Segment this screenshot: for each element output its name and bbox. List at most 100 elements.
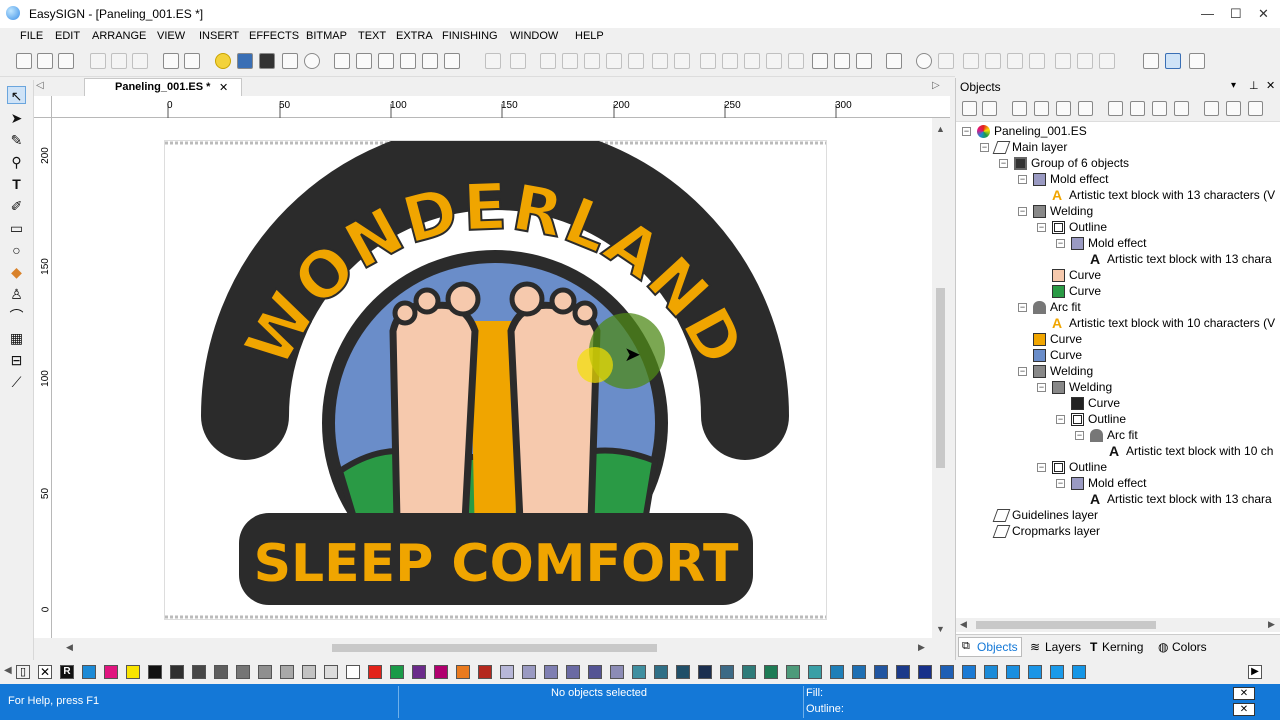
- lock-open-icon[interactable]: [1012, 101, 1027, 116]
- panel-menu-icon[interactable]: ▾: [1231, 80, 1236, 91]
- hide-icon[interactable]: [1056, 101, 1071, 116]
- tree-node-outline[interactable]: − Outline: [1056, 411, 1126, 427]
- color-swatch[interactable]: [214, 665, 228, 679]
- printer-cutter-icon[interactable]: [259, 53, 275, 69]
- fill-tool-icon[interactable]: ◆: [7, 263, 26, 281]
- cut-icon[interactable]: [1204, 101, 1219, 116]
- color-swatch[interactable]: [148, 665, 162, 679]
- print-icon[interactable]: [282, 53, 298, 69]
- color-swatch[interactable]: [896, 665, 910, 679]
- scroll-up-icon[interactable]: ▲: [936, 124, 945, 134]
- color-picker-icon[interactable]: ⌒: [7, 307, 26, 325]
- maximize-button[interactable]: ☐: [1230, 6, 1242, 22]
- horizontal-scroll-thumb[interactable]: [332, 644, 657, 652]
- menu-window[interactable]: WINDOW: [510, 30, 558, 42]
- tree-node-outline[interactable]: − Outline: [1037, 459, 1107, 475]
- space-v-icon[interactable]: [674, 53, 690, 69]
- color-swatch[interactable]: [588, 665, 602, 679]
- palette-none-icon[interactable]: ▯: [16, 665, 30, 679]
- knife-tool-icon[interactable]: ⟋: [7, 373, 26, 391]
- save-file-icon[interactable]: [58, 53, 74, 69]
- bulb-icon[interactable]: [215, 53, 231, 69]
- node-delete-icon[interactable]: [1007, 53, 1023, 69]
- copy-icon[interactable]: [1226, 101, 1241, 116]
- tree-node-document[interactable]: − Paneling_001.ES: [962, 123, 1087, 139]
- snap-options-icon[interactable]: [1189, 53, 1205, 69]
- tree-node-curve[interactable]: Curve: [1052, 283, 1101, 299]
- tree-node-curve[interactable]: Curve: [1033, 331, 1082, 347]
- menu-extra[interactable]: EXTRA: [396, 30, 433, 42]
- color-swatch[interactable]: [280, 665, 294, 679]
- align-middle-icon[interactable]: [584, 53, 600, 69]
- color-swatch[interactable]: [368, 665, 382, 679]
- weld-icon[interactable]: [788, 53, 804, 69]
- vertical-scrollbar[interactable]: ▲ ▼: [932, 118, 950, 638]
- color-swatch[interactable]: [610, 665, 624, 679]
- pen-tool-icon[interactable]: ✐: [7, 197, 26, 215]
- move-down-icon[interactable]: [1130, 101, 1145, 116]
- color-swatch[interactable]: [676, 665, 690, 679]
- tree-node-welding[interactable]: − Welding: [1018, 363, 1093, 379]
- paste-icon[interactable]: [132, 53, 148, 69]
- color-swatch[interactable]: [1006, 665, 1020, 679]
- tree-node-cropmarks-layer[interactable]: Cropmarks layer: [992, 523, 1100, 539]
- tree-node-text-block[interactable]: A Artistic text block with 13 chara: [1090, 251, 1272, 267]
- new-file-icon[interactable]: [16, 53, 32, 69]
- tree-node-curve[interactable]: Curve: [1033, 347, 1082, 363]
- color-swatch[interactable]: [654, 665, 668, 679]
- color-swatch[interactable]: [126, 665, 140, 679]
- menu-file[interactable]: FILE: [20, 30, 43, 42]
- copy-icon[interactable]: [111, 53, 127, 69]
- help-icon[interactable]: [304, 53, 320, 69]
- close-button[interactable]: ✕: [1258, 6, 1269, 22]
- palette-scroll-left-icon[interactable]: ◀: [4, 665, 12, 676]
- group-icon[interactable]: [700, 53, 716, 69]
- scroll-down-icon[interactable]: ▼: [936, 624, 945, 634]
- box-add-icon[interactable]: [422, 53, 438, 69]
- menu-arrange[interactable]: ARRANGE: [92, 30, 146, 42]
- scroll-left-icon[interactable]: ◀: [66, 642, 73, 653]
- color-swatch[interactable]: [478, 665, 492, 679]
- open-file-icon[interactable]: [37, 53, 53, 69]
- tab-scroll-right-icon[interactable]: ▷: [932, 80, 940, 91]
- node-add-icon[interactable]: [985, 53, 1001, 69]
- box-front-icon[interactable]: [334, 53, 350, 69]
- palette-scroll-right-icon[interactable]: ▶: [1248, 665, 1262, 679]
- return-icon[interactable]: [886, 53, 902, 69]
- color-swatch[interactable]: [698, 665, 712, 679]
- vertical-scroll-thumb[interactable]: [936, 288, 945, 468]
- redo-icon[interactable]: [184, 53, 200, 69]
- tree-node-text-block[interactable]: A Artistic text block with 13 characters …: [1052, 187, 1275, 203]
- tree-node-text-block[interactable]: A Artistic text block with 13 chara: [1090, 491, 1272, 507]
- move-bottom-icon[interactable]: [1174, 101, 1189, 116]
- combine-icon[interactable]: [744, 53, 760, 69]
- panel-scroll-left-icon[interactable]: ◀: [960, 619, 967, 630]
- menu-view[interactable]: VIEW: [157, 30, 185, 42]
- color-swatch[interactable]: [786, 665, 800, 679]
- color-swatch[interactable]: [720, 665, 734, 679]
- box-side-icon[interactable]: [400, 53, 416, 69]
- color-swatch[interactable]: [940, 665, 954, 679]
- align-left-icon[interactable]: [485, 53, 501, 69]
- tab-scroll-left-icon[interactable]: ◁: [36, 80, 44, 91]
- tree-node-text-block[interactable]: A Artistic text block with 10 characters …: [1052, 315, 1275, 331]
- tree-node-mold-effect[interactable]: − Mold effect: [1056, 475, 1146, 491]
- ruler-corner[interactable]: [34, 96, 52, 118]
- tree-node-mold-effect[interactable]: − Mold effect: [1018, 171, 1108, 187]
- align-center-icon[interactable]: [510, 53, 526, 69]
- color-swatch[interactable]: [566, 665, 580, 679]
- color-swatch[interactable]: [412, 665, 426, 679]
- box-top-icon[interactable]: [378, 53, 394, 69]
- color-swatch[interactable]: [456, 665, 470, 679]
- more-icon[interactable]: [938, 53, 954, 69]
- node-tool-icon[interactable]: ➤: [7, 109, 26, 127]
- menu-effects[interactable]: EFFECTS: [249, 30, 299, 42]
- text-tool-icon[interactable]: T: [7, 175, 26, 193]
- menu-text[interactable]: TEXT: [358, 30, 386, 42]
- color-swatch[interactable]: [236, 665, 250, 679]
- menu-edit[interactable]: EDIT: [55, 30, 80, 42]
- tree-collapse-icon[interactable]: [982, 101, 997, 116]
- cut-plotter-icon[interactable]: [237, 53, 253, 69]
- color-swatch[interactable]: [390, 665, 404, 679]
- tree-node-main-layer[interactable]: − Main layer: [980, 139, 1067, 155]
